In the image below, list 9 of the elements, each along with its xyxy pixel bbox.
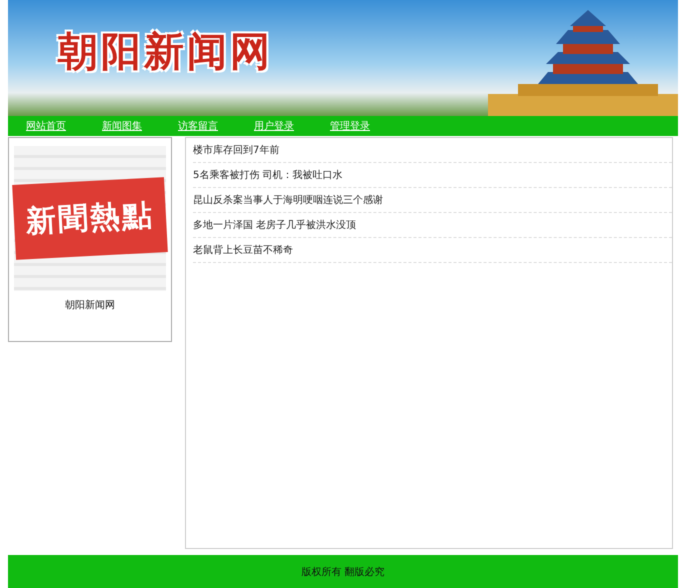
- news-link[interactable]: 5名乘客被打伤 司机：我被吐口水: [193, 168, 343, 182]
- graphic-text: 新聞熱點: [25, 196, 155, 242]
- news-link[interactable]: 老鼠背上长豆苗不稀奇: [193, 243, 293, 257]
- news-link[interactable]: 多地一片泽国 老房子几乎被洪水没顶: [193, 218, 356, 232]
- news-link[interactable]: 楼市库存回到7年前: [193, 143, 280, 157]
- copyright-text: 版权所有 翻版必究: [301, 566, 385, 578]
- site-title: 朝阳新闻网: [58, 26, 273, 76]
- image-caption: 朝阳新闻网: [65, 298, 115, 312]
- news-link[interactable]: 昆山反杀案当事人于海明哽咽连说三个感谢: [193, 193, 383, 207]
